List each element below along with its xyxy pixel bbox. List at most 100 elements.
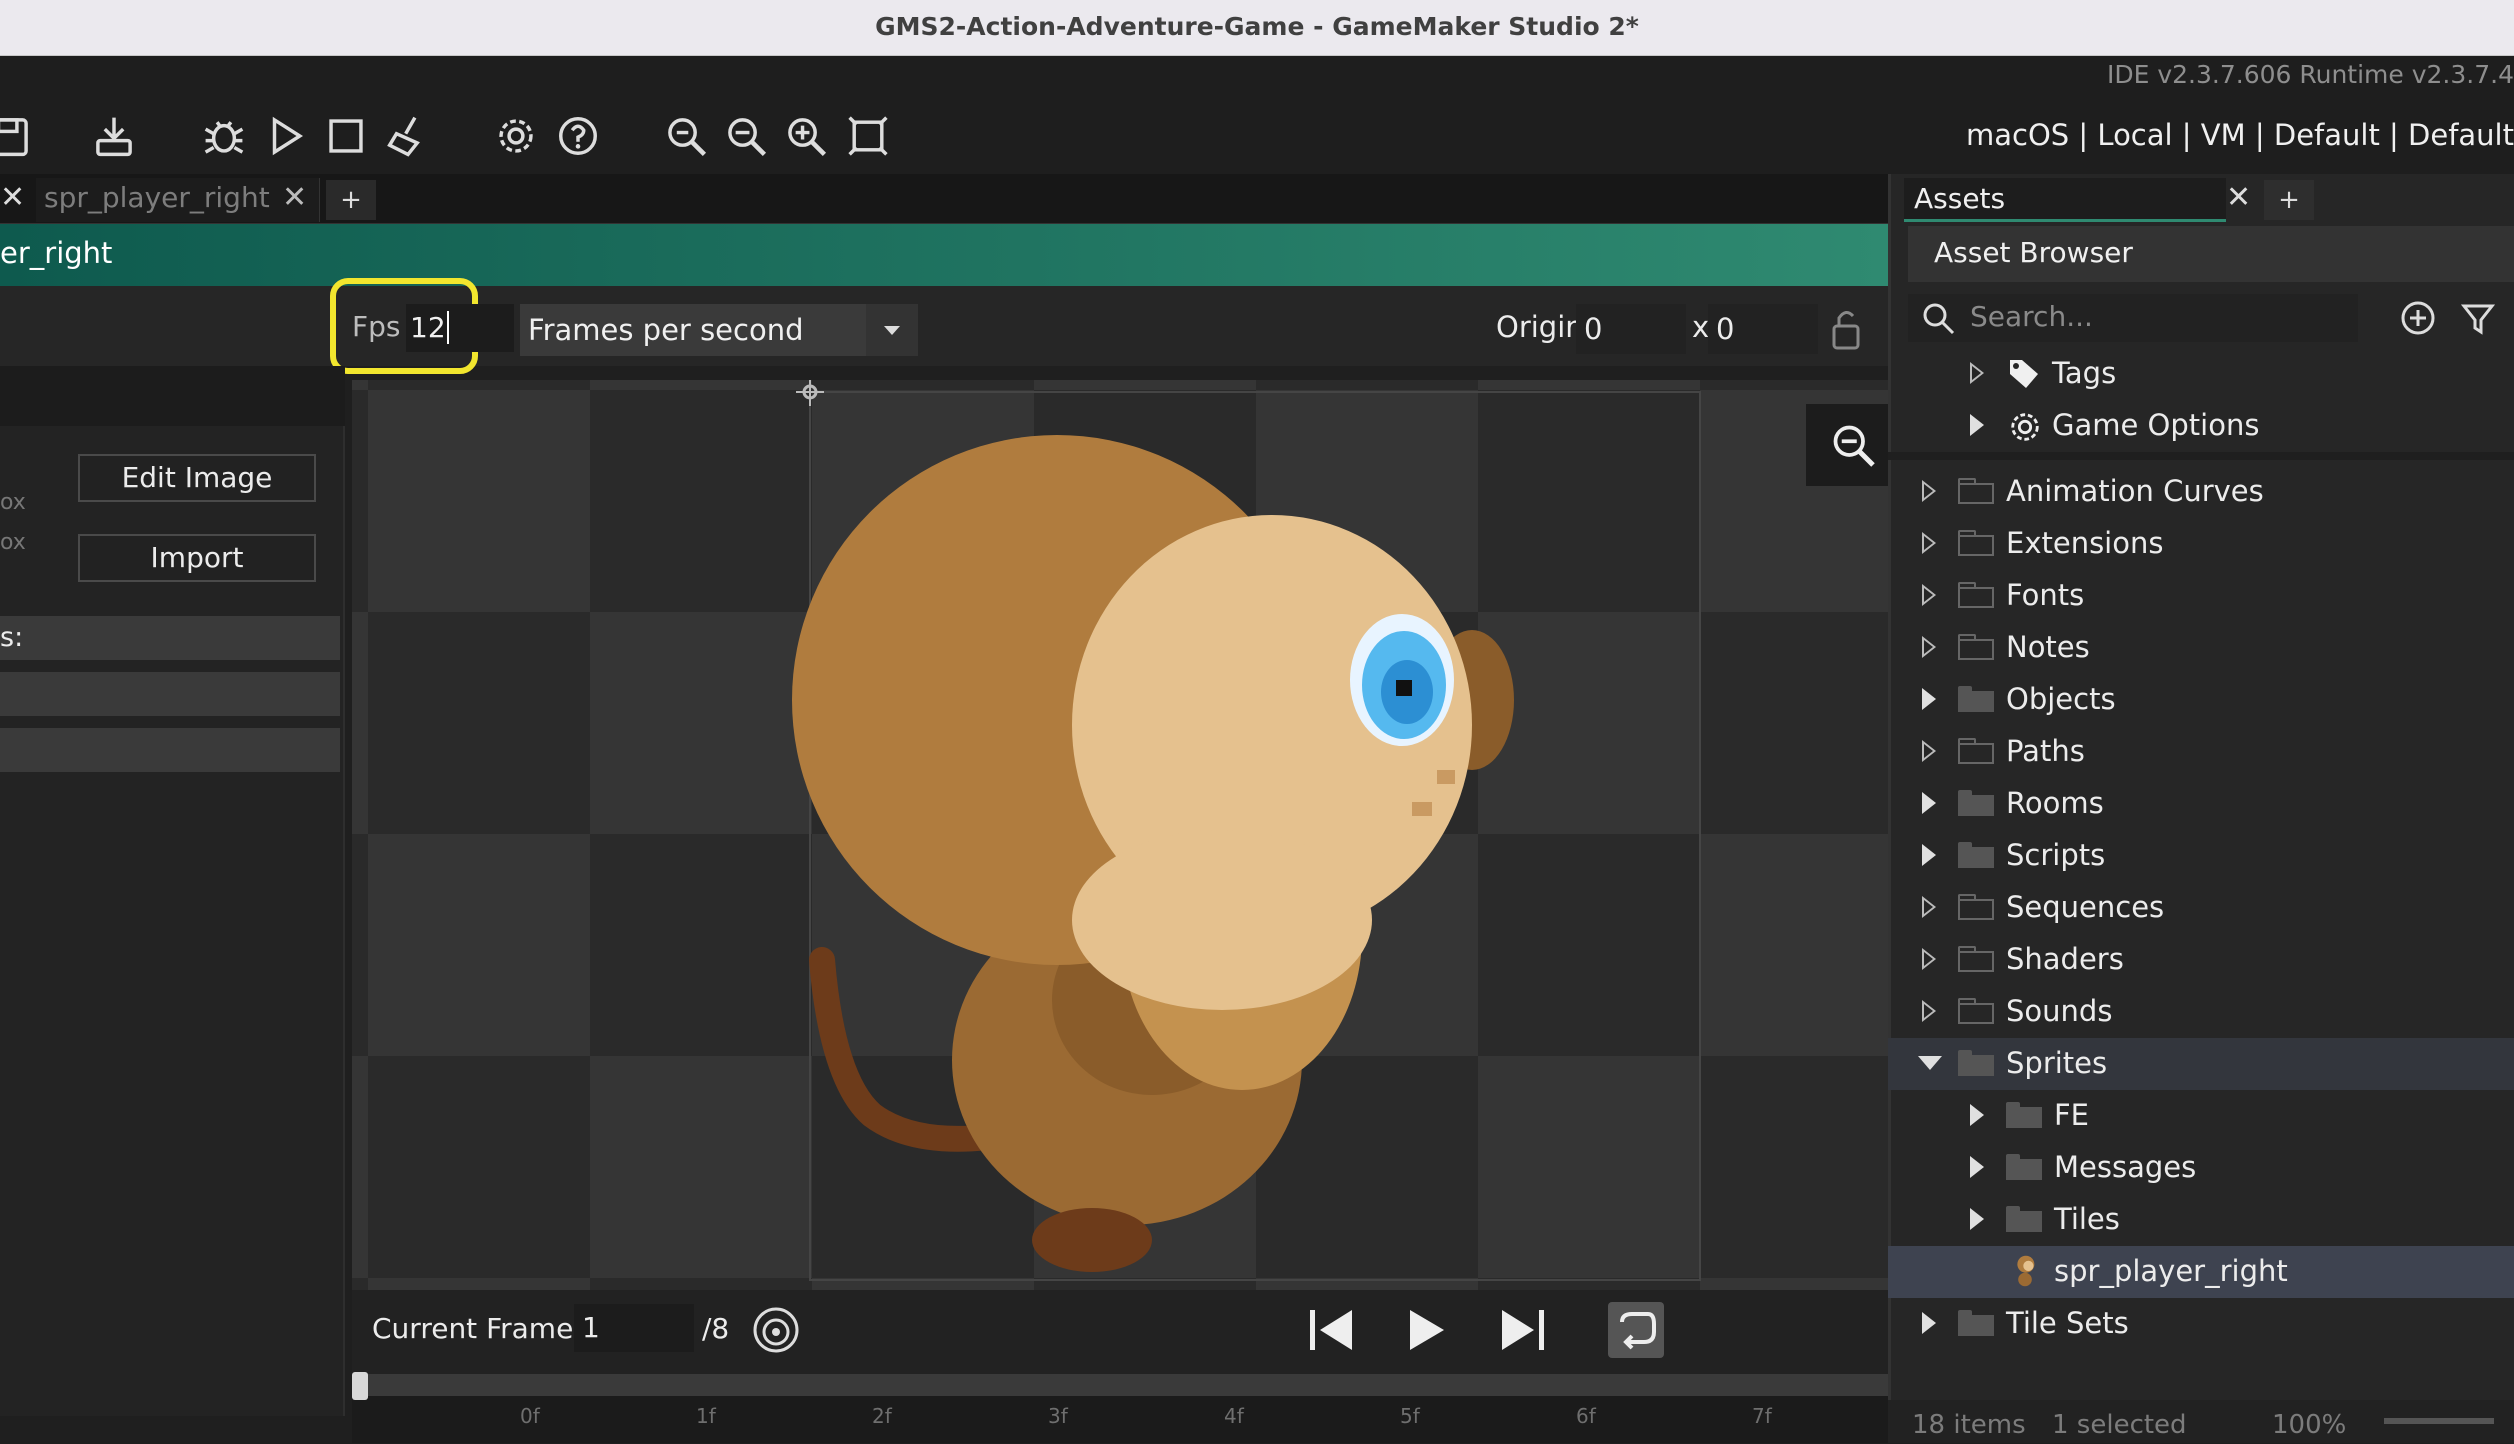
asset-label: Tile Sets	[2006, 1306, 2129, 1340]
zoom-in-icon[interactable]	[778, 108, 834, 164]
add-tab-button[interactable]: +	[326, 180, 376, 220]
asset-folder-messages[interactable]: Messages	[1888, 1142, 2514, 1194]
canvas-zoom-button[interactable]	[1806, 404, 1888, 486]
asset-browser-title: Asset Browser	[1908, 226, 2514, 282]
current-frame-input[interactable]: 1	[574, 1304, 694, 1352]
stop-icon[interactable]	[318, 108, 374, 164]
asset-label: Notes	[2006, 630, 2090, 664]
debug-icon[interactable]	[196, 108, 252, 164]
asset-item-game-options[interactable]: Game Options	[1888, 400, 2514, 452]
timeline-scrubber[interactable]	[356, 1374, 1888, 1396]
chevron-down-icon[interactable]	[866, 304, 918, 356]
left-fragment-1: ox	[0, 490, 26, 515]
asset-folder-paths[interactable]: Paths	[1888, 726, 2514, 778]
assets-add-tab-button[interactable]: +	[2264, 180, 2314, 220]
sprite-properties-panel	[0, 366, 345, 1416]
asset-label: Sounds	[2006, 994, 2113, 1028]
timeline-tick: 5f	[1400, 1404, 1420, 1428]
search-placeholder: Search...	[1970, 300, 2093, 333]
lock-icon[interactable]	[1826, 304, 1866, 356]
sprite-thumbnail-icon	[2017, 1255, 2035, 1287]
asset-folder-notes[interactable]: Notes	[1888, 622, 2514, 674]
asset-folder-tile-sets[interactable]: Tile Sets	[1888, 1298, 2514, 1350]
help-icon[interactable]	[550, 108, 606, 164]
asset-folder-sprites[interactable]: Sprites	[1888, 1038, 2514, 1090]
asset-label: Tiles	[2054, 1202, 2120, 1236]
tag-icon	[2010, 360, 2038, 388]
asset-label: Sprites	[2006, 1046, 2108, 1080]
onion-skin-icon[interactable]	[750, 1304, 802, 1356]
add-asset-icon[interactable]	[2398, 298, 2438, 338]
loop-icon[interactable]	[1608, 1302, 1664, 1358]
asset-label: Paths	[2006, 734, 2085, 768]
properties-field-3[interactable]	[0, 728, 340, 772]
origin-crosshair-icon	[796, 380, 824, 406]
asset-label: Rooms	[2006, 786, 2104, 820]
origin-separator: x	[1692, 310, 1710, 344]
last-frame-icon[interactable]	[1494, 1302, 1550, 1358]
zoom-out-icon[interactable]	[718, 108, 774, 164]
gear-icon	[2011, 413, 2039, 441]
asset-item-tags[interactable]: Tags	[1888, 348, 2514, 400]
fps-input[interactable]: 12	[406, 304, 514, 352]
timeline-tick: 6f	[1576, 1404, 1596, 1428]
asset-label: Fonts	[2006, 578, 2085, 612]
asset-label: Sequences	[2006, 890, 2165, 924]
asset-folder-objects[interactable]: Objects	[1888, 674, 2514, 726]
asset-label: Game Options	[2052, 408, 2260, 442]
asset-folder-animation-curves[interactable]: Animation Curves	[1888, 466, 2514, 518]
save-icon[interactable]	[0, 108, 38, 164]
asset-sprite-spr-player-right[interactable]: spr_player_right	[1888, 1246, 2514, 1298]
left-fragment-2: ox	[0, 530, 26, 555]
assets-tab-label: Assets	[1914, 182, 2006, 215]
run-icon[interactable]	[258, 108, 314, 164]
target-selector[interactable]: macOS | Local | VM | Default | Default	[1966, 118, 2514, 152]
asset-label: Tags	[2052, 356, 2117, 390]
asset-label: FE	[2054, 1098, 2090, 1132]
asset-folder-fonts[interactable]: Fonts	[1888, 570, 2514, 622]
first-frame-icon[interactable]	[1304, 1302, 1360, 1358]
monkey-sprite	[792, 435, 1514, 1272]
play-icon[interactable]	[1398, 1302, 1454, 1358]
selected-count: 1 selected	[2052, 1410, 2187, 1440]
asset-folder-scripts[interactable]: Scripts	[1888, 830, 2514, 882]
timeline-ticks: 0f 1f 2f 3f 4f 5f 6f 7f	[352, 1404, 1888, 1444]
properties-field-2[interactable]	[0, 672, 340, 716]
export-icon[interactable]	[86, 108, 142, 164]
properties-field[interactable]: s:	[0, 616, 340, 660]
items-count: 18 items	[1912, 1410, 2026, 1440]
zoom-reset-icon[interactable]	[658, 108, 714, 164]
zoom-slider[interactable]	[2384, 1418, 2494, 1424]
asset-folder-extensions[interactable]: Extensions	[1888, 518, 2514, 570]
asset-folder-tiles[interactable]: Tiles	[1888, 1194, 2514, 1246]
sprite-name-bar: er_right	[0, 224, 1888, 286]
origin-label: Origin	[1496, 310, 1584, 344]
close-icon[interactable]: ✕	[0, 180, 28, 216]
sprite-name: er_right	[0, 236, 113, 270]
origin-y-input[interactable]: 0	[1708, 304, 1818, 354]
filter-icon[interactable]	[2458, 298, 2498, 338]
clean-icon[interactable]	[380, 108, 436, 164]
zoom-percent: 100%	[2272, 1410, 2347, 1440]
asset-folder-rooms[interactable]: Rooms	[1888, 778, 2514, 830]
timeline-tick: 4f	[1224, 1404, 1244, 1428]
asset-folder-sounds[interactable]: Sounds	[1888, 986, 2514, 1038]
asset-folder-shaders[interactable]: Shaders	[1888, 934, 2514, 986]
assets-close-icon[interactable]: ✕	[2226, 180, 2256, 216]
timeline-tick: 7f	[1752, 1404, 1772, 1428]
fullscreen-icon[interactable]	[840, 108, 896, 164]
speed-mode-label: Frames per second	[528, 313, 804, 347]
asset-folder-sequences[interactable]: Sequences	[1888, 882, 2514, 934]
import-button[interactable]: Import	[78, 534, 316, 582]
window-title: GMS2-Action-Adventure-Game - GameMaker S…	[0, 0, 2514, 56]
asset-search-input[interactable]: Search...	[1908, 294, 2358, 342]
playhead-handle[interactable]	[352, 1372, 368, 1400]
asset-folder-fe[interactable]: FE	[1888, 1090, 2514, 1142]
speed-mode-select[interactable]: Frames per second	[520, 304, 918, 356]
edit-image-button[interactable]: Edit Image	[78, 454, 316, 502]
tab-close-icon[interactable]: ✕	[282, 180, 312, 216]
fps-value: 12	[410, 311, 446, 344]
settings-icon[interactable]	[488, 108, 544, 164]
origin-x-input[interactable]: 0	[1576, 304, 1686, 354]
sprite-canvas[interactable]	[352, 380, 1888, 1290]
